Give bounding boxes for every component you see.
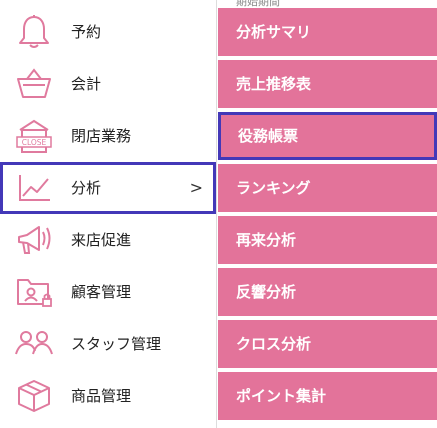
submenu-label: ポイント集計 (236, 387, 327, 405)
close-sign-text: CLOSE (22, 138, 47, 147)
submenu-item-analysis-summary[interactable]: 分析サマリ (218, 8, 437, 56)
megaphone-icon (10, 220, 58, 260)
menu-label-closing: 閉店業務 (71, 127, 132, 145)
menu-item-checkout[interactable]: 会計 (0, 58, 216, 110)
menu-label-products: 商品管理 (71, 387, 132, 405)
menu-item-promotion[interactable]: 来店促進 (0, 214, 216, 266)
menu-item-analysis[interactable]: 分析 > (0, 162, 216, 214)
bell-icon (10, 12, 58, 52)
submenu-label: 再来分析 (236, 231, 297, 249)
menu-item-staff[interactable]: スタッフ管理 (0, 318, 216, 370)
menu-item-products[interactable]: 商品管理 (0, 370, 216, 422)
submenu-item-cross-analysis[interactable]: クロス分析 (218, 320, 437, 368)
customer-folder-icon (10, 272, 58, 312)
submenu-label: ランキング (236, 179, 311, 197)
submenu-item-point-summary[interactable]: ポイント集計 (218, 372, 437, 420)
top-strip-text: 期始期間 (236, 0, 280, 8)
submenu-item-ranking[interactable]: ランキング (218, 164, 437, 212)
submenu-label: 反響分析 (236, 283, 297, 301)
menu-label-staff: スタッフ管理 (71, 335, 162, 353)
menu-item-customers[interactable]: 顧客管理 (0, 266, 216, 318)
close-shop-icon: CLOSE (10, 116, 58, 156)
menu-label-reservation: 予約 (71, 23, 102, 41)
submenu-item-response-analysis[interactable]: 反響分析 (218, 268, 437, 316)
submenu-label: クロス分析 (236, 335, 312, 353)
top-strip: 期始期間 (218, 0, 437, 8)
submenu-label: 分析サマリ (236, 23, 312, 41)
chart-icon (10, 168, 58, 208)
menu-divider (216, 0, 217, 428)
product-box-icon (10, 376, 58, 416)
menu-item-reservation[interactable]: 予約 (0, 6, 216, 58)
menu-label-analysis: 分析 (71, 179, 102, 197)
menu-label-checkout: 会計 (71, 75, 102, 93)
submenu-item-service-report[interactable]: 役務帳票 (218, 112, 437, 160)
basket-icon (10, 64, 58, 104)
main-menu: 予約 会計 CLOSE 閉店業務 分析 > 来店促進 顧客管理 スタッフ管理 商… (0, 0, 216, 428)
submenu-item-return-analysis[interactable]: 再来分析 (218, 216, 437, 264)
analysis-submenu: 分析サマリ 売上推移表 役務帳票 ランキング 再来分析 反響分析 クロス分析 ポ… (218, 8, 437, 428)
menu-item-closing[interactable]: CLOSE 閉店業務 (0, 110, 216, 162)
menu-label-customers: 顧客管理 (71, 283, 132, 301)
staff-icon (10, 324, 58, 364)
submenu-label: 売上推移表 (236, 75, 312, 93)
submenu-item-sales-trend[interactable]: 売上推移表 (218, 60, 437, 108)
submenu-label: 役務帳票 (238, 127, 299, 145)
chevron-right-icon: > (189, 178, 203, 197)
menu-label-promotion: 来店促進 (71, 231, 132, 249)
